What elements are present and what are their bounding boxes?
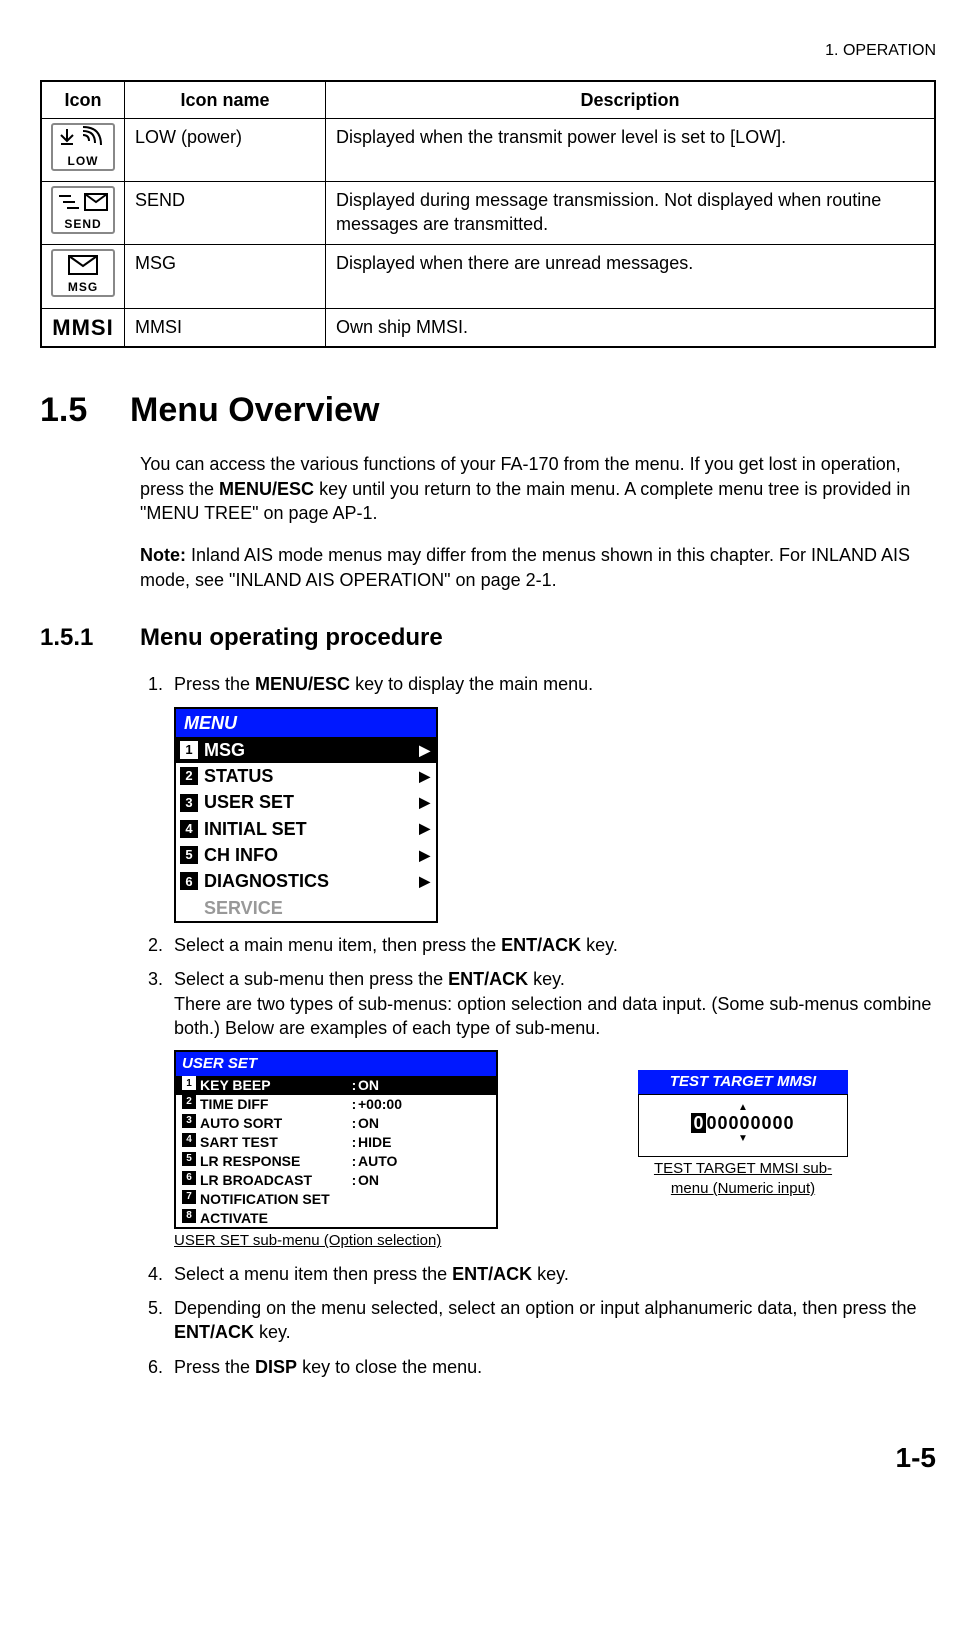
menu-item-initialset: 4INITIAL SET▶ [176,816,436,842]
step: Press the DISP key to close the menu. [168,1355,936,1379]
step: Select a menu item then press the ENT/AC… [168,1262,936,1286]
msg-icon: MSG [51,249,115,297]
mmsi-icon: MMSI [52,315,113,340]
chevron-right-icon: ▶ [419,819,430,838]
table-row: SEND SEND Displayed during message trans… [41,182,935,245]
section-number: 1.5 [40,388,130,434]
userset-caption: USER SET sub-menu (Option selection) [174,1231,498,1251]
userset-row: 2TIME DIFF:+00:00 [176,1095,496,1114]
cell-desc: Displayed during message transmission. N… [326,182,936,245]
note-paragraph: Note: Inland AIS mode menus may differ f… [140,543,936,592]
icon-table: Icon Icon name Description LOW LOW (powe… [40,80,936,349]
overview-paragraph: You can access the various functions of … [140,452,936,525]
subsection-heading: 1.5.1Menu operating procedure [40,622,936,654]
menu-item-service: SERVICE [176,895,436,921]
th-desc: Description [326,81,936,119]
cell-name: MSG [125,245,326,308]
userset-row: 7NOTIFICATION SET [176,1190,496,1209]
ent-ack-key: ENT/ACK [452,1264,532,1284]
chevron-right-icon: ▶ [419,793,430,812]
disp-key: DISP [255,1357,297,1377]
menu-esc-key: MENU/ESC [219,479,314,499]
icon-label: SEND [53,218,113,230]
step: Depending on the menu selected, select a… [168,1296,936,1345]
chevron-right-icon: ▶ [419,767,430,786]
section-heading: 1.5Menu Overview [40,388,936,434]
subsection-number: 1.5.1 [40,622,140,654]
procedure-list: Press the MENU/ESC key to display the ma… [140,672,936,1379]
icon-label: MSG [53,281,113,293]
step: Select a main menu item, then press the … [168,933,936,957]
userset-row: 3AUTO SORT:ON [176,1114,496,1133]
table-row: LOW LOW (power) Displayed when the trans… [41,118,935,181]
cell-name: SEND [125,182,326,245]
main-menu-figure: MENU 1MSG▶ 2STATUS▶ 3USER SET▶ 4INITIAL … [174,707,438,923]
triangle-down-icon: ▼ [647,1136,839,1142]
userset-submenu-figure: USER SET 1KEY BEEP:ON 2TIME DIFF:+00:00 … [174,1050,498,1252]
cell-desc: Displayed when there are unread messages… [326,245,936,308]
send-icon: SEND [51,186,115,234]
th-name: Icon name [125,81,326,119]
ent-ack-key: ENT/ACK [448,969,528,989]
userset-row: 5LR RESPONSE:AUTO [176,1152,496,1171]
userset-row: 1KEY BEEP:ON [176,1076,496,1095]
menu-esc-key: MENU/ESC [255,674,350,694]
cell-desc: Own ship MMSI. [326,308,936,347]
low-power-icon: LOW [51,123,115,171]
page-header: 1. OPERATION [40,40,936,62]
cell-name: LOW (power) [125,118,326,181]
step: Press the MENU/ESC key to display the ma… [168,672,936,923]
userset-row: 8ACTIVATE [176,1209,496,1228]
page-number: 1-5 [40,1439,936,1477]
cell-name: MMSI [125,308,326,347]
menu-item-chinfo: 5CH INFO▶ [176,842,436,868]
menu-item-msg: 1MSG▶ [176,737,436,763]
mmsi-title: TEST TARGET MMSI [638,1070,848,1094]
userset-title: USER SET [176,1052,496,1076]
menu-item-status: 2STATUS▶ [176,763,436,789]
userset-row: 6LR BROADCAST:ON [176,1171,496,1190]
ent-ack-key: ENT/ACK [174,1322,254,1342]
mmsi-digits: 000000000 [647,1111,839,1135]
menu-title: MENU [176,709,436,737]
icon-label: LOW [53,155,113,167]
table-row: MMSI MMSI Own ship MMSI. [41,308,935,347]
th-icon: Icon [41,81,125,119]
section-title: Menu Overview [130,391,379,429]
mmsi-caption: TEST TARGET MMSI sub-menu (Numeric input… [638,1159,848,1200]
menu-item-diagnostics: 6DIAGNOSTICS▶ [176,868,436,894]
chevron-right-icon: ▶ [419,872,430,891]
step: Select a sub-menu then press the ENT/ACK… [168,967,936,1252]
chevron-right-icon: ▶ [419,846,430,865]
ent-ack-key: ENT/ACK [501,935,581,955]
note-label: Note: [140,545,186,565]
chevron-right-icon: ▶ [419,741,430,760]
cell-desc: Displayed when the transmit power level … [326,118,936,181]
menu-item-userset: 3USER SET▶ [176,789,436,815]
subsection-title: Menu operating procedure [140,624,443,651]
userset-row: 4SART TEST:HIDE [176,1133,496,1152]
mmsi-submenu-figure: TEST TARGET MMSI ▲ 000000000 ▼ TEST TARG… [638,1050,848,1199]
table-row: MSG MSG Displayed when there are unread … [41,245,935,308]
